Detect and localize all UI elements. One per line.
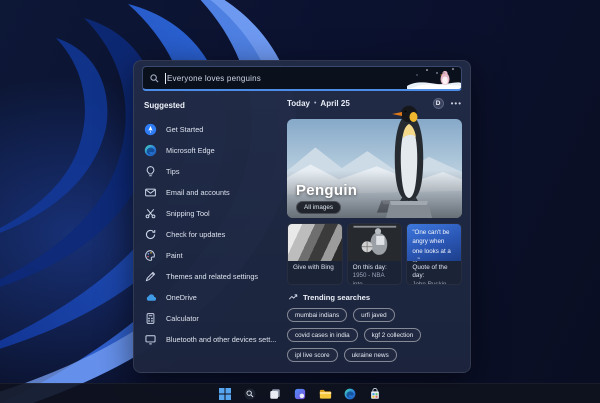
date-label: April 25	[320, 99, 350, 108]
card-subcaption: 1950 - NBA inte...	[352, 272, 385, 285]
sidebar-item-label: Calculator	[166, 314, 199, 323]
penguin-decoration-icon	[407, 68, 461, 89]
on-this-day-image	[347, 224, 402, 261]
panel-body: Suggested Get Started Microsoft Edge Tip…	[142, 97, 463, 366]
file-explorer-button[interactable]	[318, 386, 333, 401]
card-subcaption: John Ruskin	[412, 280, 447, 285]
hero-card[interactable]: Penguin All images	[287, 105, 462, 218]
trending-chip[interactable]: ipl live score	[287, 348, 338, 362]
sidebar-item-themes-settings[interactable]: Themes and related settings	[142, 266, 279, 287]
trending-title: Trending searches	[303, 292, 371, 302]
sidebar-item-bluetooth-devices[interactable]: Bluetooth and other devices sett...	[142, 329, 279, 350]
card-caption: On this day:	[352, 264, 387, 271]
sidebar-item-paint[interactable]: Paint	[142, 245, 279, 266]
sidebar-item-label: Themes and related settings	[166, 272, 259, 281]
more-options-icon[interactable]: •••	[451, 99, 462, 107]
taskbar	[0, 383, 600, 403]
header-separator: •	[313, 100, 317, 107]
trending-chip[interactable]: kgf 2 collection	[363, 328, 422, 342]
sidebar-item-label: Bluetooth and other devices sett...	[166, 335, 277, 344]
palette-icon	[144, 249, 157, 262]
search-box[interactable]: Everyone loves penguins	[142, 66, 462, 91]
envelope-icon	[144, 186, 157, 199]
search-query-text: Everyone loves penguins	[167, 73, 261, 83]
sidebar-item-label: Microsoft Edge	[166, 146, 215, 155]
trending-icon	[288, 294, 298, 300]
calculator-icon	[144, 312, 157, 325]
edge-icon	[144, 144, 157, 157]
sidebar-item-calculator[interactable]: Calculator	[142, 308, 279, 329]
taskbar-search-button[interactable]	[243, 386, 258, 401]
sidebar-item-label: Snipping Tool	[166, 209, 210, 218]
content-header: Today • April 25 D •••	[287, 97, 462, 110]
bing-card-image	[288, 224, 342, 261]
today-label: Today	[287, 99, 310, 108]
trending-chip[interactable]: urfi javed	[353, 308, 395, 322]
sidebar-item-label: Check for updates	[166, 230, 226, 239]
suggested-title: Suggested	[144, 101, 185, 110]
quote-text: "One can't be angry when one looks at a …	[407, 224, 462, 264]
card-on-this-day[interactable]: On this day: 1950 - NBA inte...	[346, 223, 403, 285]
sidebar-item-microsoft-edge[interactable]: Microsoft Edge	[142, 140, 279, 161]
sidebar-item-label: Paint	[166, 251, 183, 260]
devices-icon	[144, 333, 157, 346]
sidebar-item-snipping-tool[interactable]: Snipping Tool	[142, 203, 279, 224]
search-input[interactable]: Everyone loves penguins	[165, 72, 407, 84]
cloud-icon	[144, 291, 157, 304]
penguin-graphic	[386, 105, 432, 218]
trending-chip[interactable]: ukraine news	[343, 348, 397, 362]
start-button[interactable]	[218, 386, 233, 401]
cards-row: Give with Bing On this day: 1950 - NBA i…	[287, 223, 463, 285]
task-view-button[interactable]	[268, 386, 283, 401]
sidebar-item-get-started[interactable]: Get Started	[142, 119, 279, 140]
sidebar-item-check-updates[interactable]: Check for updates	[142, 224, 279, 245]
trending-chip[interactable]: covid cases in india	[287, 328, 358, 342]
search-panel: Everyone loves penguins Suggested Get St…	[133, 60, 471, 373]
get-started-icon	[144, 123, 157, 136]
sidebar-item-label: Get Started	[166, 125, 204, 134]
widgets-button[interactable]	[293, 386, 308, 401]
sidebar-item-label: Email and accounts	[166, 188, 230, 197]
refresh-icon	[144, 228, 157, 241]
sidebar-item-label: OneDrive	[166, 293, 197, 302]
card-caption: Quote of the day:	[412, 264, 448, 280]
suggested-sidebar: Suggested Get Started Microsoft Edge Tip…	[142, 97, 279, 366]
store-button[interactable]	[368, 386, 383, 401]
trending-section: Trending searches mumbai indians urfi ja…	[287, 292, 462, 362]
trending-chips: mumbai indians urfi javed covid cases in…	[287, 308, 462, 362]
text-caret	[165, 72, 166, 84]
hero-title: Penguin	[296, 182, 358, 199]
trending-chip[interactable]: mumbai indians	[287, 308, 348, 322]
today-content: Today • April 25 D ••• Penguin All image…	[287, 97, 463, 366]
sidebar-item-onedrive[interactable]: OneDrive	[142, 287, 279, 308]
pencil-icon	[144, 270, 157, 283]
taskbar-edge-button[interactable]	[343, 386, 358, 401]
sidebar-item-label: Tips	[166, 167, 180, 176]
card-quote-of-the-day[interactable]: "One can't be angry when one looks at a …	[406, 223, 463, 285]
basketball-graphic	[347, 224, 402, 258]
lightbulb-icon	[144, 165, 157, 178]
card-give-with-bing[interactable]: Give with Bing	[287, 223, 343, 285]
all-images-badge[interactable]: All images	[296, 201, 342, 214]
sidebar-item-tips[interactable]: Tips	[142, 161, 279, 182]
search-icon	[150, 73, 159, 82]
card-caption: Give with Bing	[293, 264, 334, 271]
sidebar-item-email-accounts[interactable]: Email and accounts	[142, 182, 279, 203]
scissors-icon	[144, 207, 157, 220]
